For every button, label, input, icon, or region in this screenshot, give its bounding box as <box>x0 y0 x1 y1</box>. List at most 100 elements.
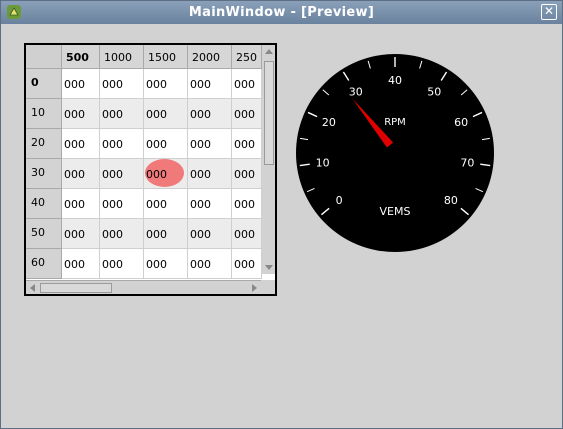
table-cell[interactable]: 000 <box>232 129 262 159</box>
cell-value: 000 <box>190 108 211 121</box>
column-header[interactable]: 1500 <box>144 45 188 69</box>
table-cell[interactable]: 000 <box>144 189 188 219</box>
cell-value: 000 <box>190 168 211 181</box>
vertical-scrollbar[interactable] <box>261 45 276 274</box>
gauge-scale-label: 10 <box>316 157 330 170</box>
gauge-scale-label: 0 <box>336 194 343 207</box>
table-cell[interactable]: 000 <box>232 99 262 129</box>
scrollbar-corner <box>261 280 275 294</box>
gauge-scale-label: 80 <box>444 194 458 207</box>
row-header[interactable]: 30 <box>26 159 62 189</box>
window-title: MainWindow - [Preview] <box>188 5 375 20</box>
cell-value: 000 <box>64 138 85 151</box>
cell-value: 000 <box>234 228 255 241</box>
cell-value: 000 <box>102 168 123 181</box>
table-cell[interactable]: 000 <box>144 219 188 249</box>
cell-value: 000 <box>234 138 255 151</box>
table-cell[interactable]: 000 <box>188 129 232 159</box>
table-cell[interactable]: 000 <box>188 189 232 219</box>
column-header[interactable]: 1000 <box>100 45 144 69</box>
table-cell[interactable]: 000 <box>144 129 188 159</box>
row-header[interactable]: 60 <box>26 249 62 279</box>
cell-value: 000 <box>64 108 85 121</box>
cell-value: 000 <box>146 198 167 211</box>
column-header[interactable]: 500 <box>62 45 100 69</box>
cell-value: 000 <box>64 228 85 241</box>
cell-value: 000 <box>102 228 123 241</box>
table-corner <box>26 45 62 69</box>
cell-value: 000 <box>234 198 255 211</box>
table-cell[interactable]: 000 <box>62 69 100 99</box>
table-cell[interactable]: 000 <box>100 159 144 189</box>
title-bar[interactable]: MainWindow - [Preview] ✕ <box>1 1 562 24</box>
table-cell[interactable]: 000 <box>188 69 232 99</box>
gauge-brand-label: VEMS <box>380 205 411 218</box>
cell-value: 000 <box>64 258 85 271</box>
table-cell[interactable]: 000 <box>100 99 144 129</box>
table-cell[interactable]: 000 <box>144 99 188 129</box>
table-cell[interactable]: 000 <box>188 159 232 189</box>
cell-value: 000 <box>190 78 211 91</box>
scroll-right-icon[interactable] <box>247 281 261 295</box>
cell-value: 000 <box>64 168 85 181</box>
table-cell[interactable]: 000 <box>232 249 262 279</box>
row-header[interactable]: 0 <box>26 69 62 99</box>
cell-value: 000 <box>146 228 167 241</box>
cell-value: 000 <box>190 228 211 241</box>
cell-value: 000 <box>190 198 211 211</box>
horizontal-scroll-thumb[interactable] <box>40 283 112 293</box>
cell-value: 000 <box>102 198 123 211</box>
table-cell[interactable]: 000 <box>232 219 262 249</box>
table-cell[interactable]: 000 <box>62 159 100 189</box>
table-cell[interactable]: 000 <box>62 249 100 279</box>
cell-value: 000 <box>146 258 167 271</box>
gauge-scale-label: 50 <box>427 85 441 98</box>
table-cell[interactable]: 000 <box>62 219 100 249</box>
row-header[interactable]: 20 <box>26 129 62 159</box>
cell-value: 000 <box>234 258 255 271</box>
horizontal-scrollbar[interactable] <box>26 280 261 295</box>
gauge-unit-label: RPM <box>384 117 406 128</box>
cell-value: 000 <box>234 78 255 91</box>
column-header[interactable]: 250 <box>232 45 262 69</box>
cell-value: 000 <box>190 138 211 151</box>
cell-value: 000 <box>146 138 167 151</box>
table-cell[interactable]: 000 <box>188 99 232 129</box>
rpm-gauge: 0 10 20 30 40 50 60 70 80 RPM VEMS <box>296 54 494 252</box>
table-cell[interactable]: 000 <box>232 189 262 219</box>
cell-value: 000 <box>146 168 167 181</box>
table-cell-current[interactable]: 000 <box>144 159 188 189</box>
row-header[interactable]: 40 <box>26 189 62 219</box>
table-cell[interactable]: 000 <box>144 249 188 279</box>
vertical-scroll-thumb[interactable] <box>264 61 274 165</box>
data-table[interactable]: 500 1000 1500 2000 250 0 000 000 000 000 000 10 000 0… <box>24 43 277 296</box>
gauge-scale-label: 70 <box>460 157 474 170</box>
gauge-scale-label: 20 <box>322 116 336 129</box>
table-cell[interactable]: 000 <box>144 69 188 99</box>
table-cell[interactable]: 000 <box>232 69 262 99</box>
column-header[interactable]: 2000 <box>188 45 232 69</box>
cell-value: 000 <box>234 168 255 181</box>
table-cell[interactable]: 000 <box>100 129 144 159</box>
cell-value: 000 <box>190 258 211 271</box>
main-window: MainWindow - [Preview] ✕ 500 1000 1500 2000… <box>0 0 563 429</box>
gauge-scale-label: 30 <box>349 85 363 98</box>
table-cell[interactable]: 000 <box>188 249 232 279</box>
table-cell[interactable]: 000 <box>100 249 144 279</box>
close-button[interactable]: ✕ <box>541 4 557 20</box>
table-cell[interactable]: 000 <box>62 99 100 129</box>
scroll-up-icon[interactable] <box>262 45 276 59</box>
table-cell[interactable]: 000 <box>100 69 144 99</box>
gauge-scale-label: 60 <box>454 116 468 129</box>
table-cell[interactable]: 000 <box>62 129 100 159</box>
scroll-down-icon[interactable] <box>262 260 276 274</box>
table-cell[interactable]: 000 <box>188 219 232 249</box>
row-header[interactable]: 10 <box>26 99 62 129</box>
scroll-left-icon[interactable] <box>26 281 40 295</box>
cell-value: 000 <box>102 258 123 271</box>
table-cell[interactable]: 000 <box>100 189 144 219</box>
table-cell[interactable]: 000 <box>62 189 100 219</box>
table-cell[interactable]: 000 <box>232 159 262 189</box>
table-cell[interactable]: 000 <box>100 219 144 249</box>
row-header[interactable]: 50 <box>26 219 62 249</box>
